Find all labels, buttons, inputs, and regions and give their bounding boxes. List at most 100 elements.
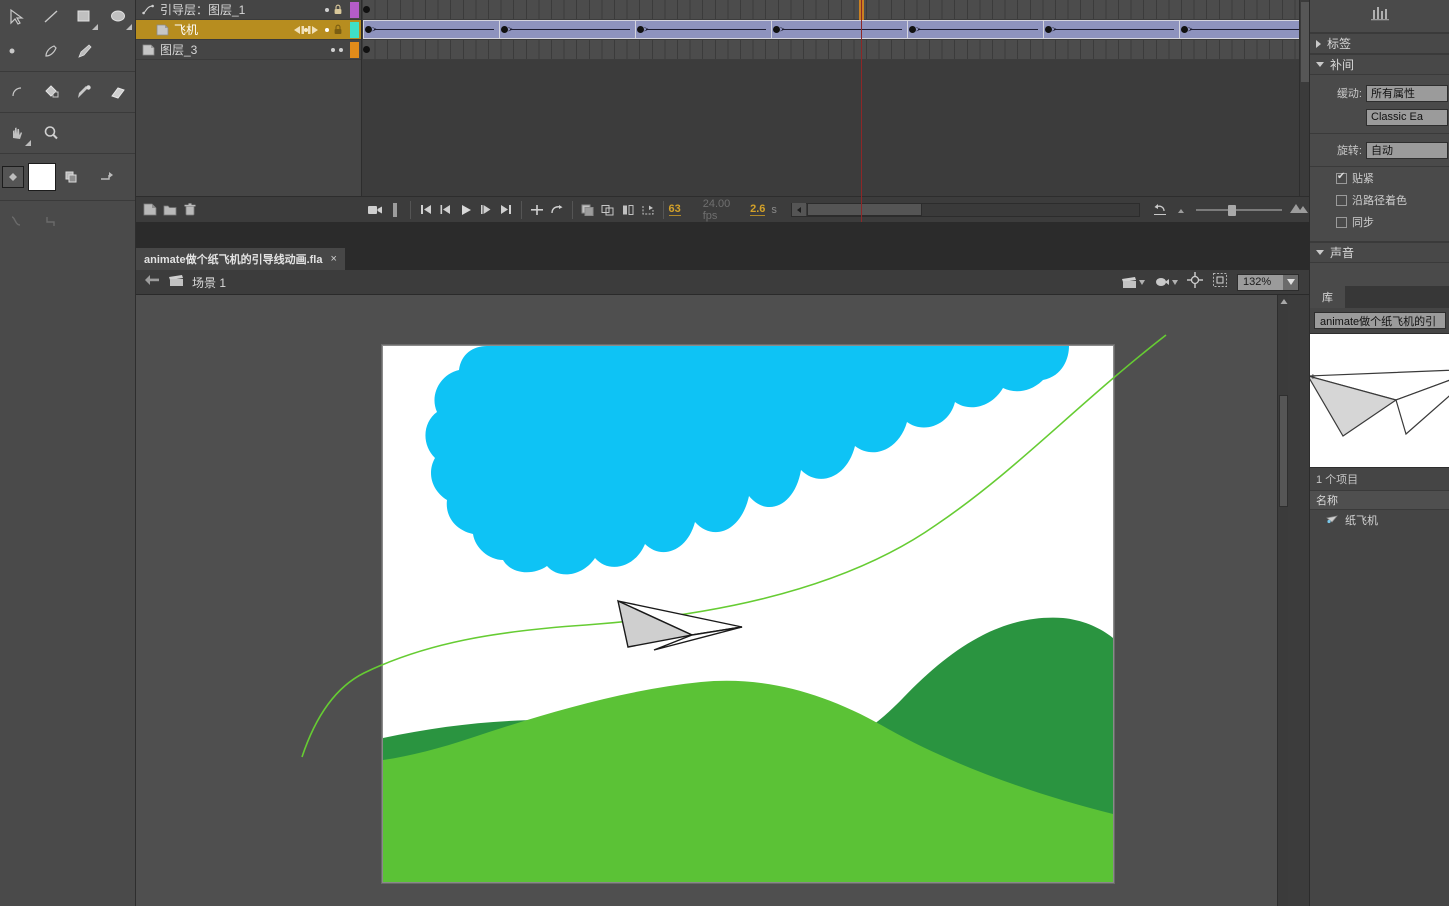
chevron-down-icon-tween[interactable] [1316,62,1324,67]
ease-property-select[interactable]: 所有属性 [1366,84,1448,102]
timeline-vscrollbar[interactable] [1299,0,1309,223]
timeline-vscroll-thumb[interactable] [1301,2,1309,82]
visibility-toggle-guide[interactable] [325,7,329,12]
timeline-zoom-slider-knob[interactable] [1228,204,1236,216]
modify-onion-markers-button[interactable] [618,197,638,223]
outline-color-plane[interactable] [350,21,359,38]
lock-toggle-plane[interactable] [333,24,343,35]
library-column-header-name[interactable]: 名称 [1310,490,1449,510]
hscroll-left-arrow[interactable] [791,203,806,216]
onion-skin-arrows[interactable] [293,25,321,35]
onion-skin-toggle[interactable] [385,197,405,223]
frame-properties-button[interactable] [638,197,658,223]
edit-symbol-icon[interactable] [1154,275,1178,289]
section-header-tween[interactable]: 补间 [1310,54,1449,75]
section-header-labels[interactable]: 标签 [1310,33,1449,54]
sync-checkbox[interactable] [1336,216,1347,228]
pen-tool[interactable] [34,35,68,67]
edit-multiple-frames-button[interactable] [598,197,618,223]
layer-row-3[interactable]: 图层_3 [136,40,361,60]
frame-track-guide[interactable] [362,0,1309,20]
hscroll-thumb[interactable] [806,203,922,216]
close-icon[interactable]: × [330,253,336,265]
rectangle-tool[interactable] [68,1,102,33]
corner-option-icon[interactable] [34,205,68,237]
onion-outline-button[interactable] [578,197,598,223]
play-button[interactable] [456,197,476,223]
fill-color-swatch[interactable] [2,166,24,188]
visibility-toggle-plane[interactable] [325,27,329,32]
pencil-tool[interactable] [68,35,102,67]
scene-name-label[interactable]: 场景 1 [192,274,226,291]
new-folder-button[interactable] [160,197,180,223]
chevron-down-icon-sound[interactable] [1316,250,1324,255]
back-arrow-icon[interactable] [144,273,160,291]
line-tool[interactable] [34,1,68,33]
stage-area[interactable] [136,295,1288,906]
library-item[interactable]: 纸飞机 [1310,510,1449,530]
reset-timeline-zoom-button[interactable] [1150,197,1170,223]
fit-selection-icon[interactable] [1212,272,1228,293]
keyframe-plane-6[interactable] [1045,26,1052,33]
outline-color-guide[interactable] [350,1,359,18]
edit-scene-icon[interactable] [1121,275,1145,289]
lock-toggle-guide[interactable] [333,4,343,15]
section-header-sound[interactable]: 声音 [1310,242,1449,263]
zoom-select[interactable]: 132% [1237,273,1299,291]
center-frame-button[interactable] [527,197,547,223]
free-transform-tool[interactable] [0,76,34,108]
checkbox-snap-row[interactable]: 贴紧 [1310,167,1449,189]
stage-vscrollbar[interactable] [1277,295,1288,906]
checkbox-sync-row[interactable]: 同步 [1310,211,1449,233]
timeline-hscrollbar[interactable] [790,202,1140,217]
snap-checkbox[interactable] [1336,171,1347,184]
keyframe-layer3-1[interactable] [363,46,370,53]
hand-tool-caret[interactable] [25,140,31,146]
camera-icon[interactable] [365,197,385,223]
orient-to-path-checkbox[interactable] [1336,194,1347,206]
keyframe-plane-5[interactable] [909,26,916,33]
timeline-zoom-slider[interactable] [1196,204,1282,216]
rectangle-tool-caret[interactable] [92,24,99,30]
fill-color-white[interactable] [28,163,56,191]
library-document-select[interactable]: animate做个纸飞机的引 [1314,312,1446,329]
stage-vscroll-thumb[interactable] [1279,395,1288,507]
keyframe-plane-7[interactable] [1181,26,1188,33]
default-colors-icon[interactable] [90,161,124,193]
stage-canvas[interactable] [382,345,1114,883]
snap-to-object-icon[interactable] [1187,271,1203,293]
current-frame-value[interactable]: 63 [668,203,681,216]
step-forward-button[interactable] [476,197,496,223]
fps-value[interactable]: 24.00 fps [703,198,732,222]
document-tab[interactable]: animate做个纸飞机的引导线动画.fla × [136,248,345,270]
rotate-select[interactable]: 自动 [1366,141,1448,159]
lock-toggle-3[interactable] [339,47,343,52]
step-back-button[interactable] [436,197,456,223]
keyframe-plane-4[interactable] [773,26,780,33]
visibility-toggle-3[interactable] [331,47,335,52]
stage-scroll-up-icon[interactable] [1278,295,1288,307]
playhead-line[interactable] [861,0,862,222]
layer-row-plane[interactable]: 飞机 [136,20,361,40]
keyframe-plane-2[interactable] [501,26,508,33]
oval-tool[interactable] [101,1,135,33]
lasso-tool[interactable] [0,35,34,67]
go-to-first-frame-button[interactable] [416,197,436,223]
delete-layer-button[interactable] [180,197,200,223]
swap-colors-icon[interactable] [56,161,90,193]
hand-tool[interactable] [0,117,34,149]
keyframe-guide-1[interactable] [363,6,370,13]
eraser-tool[interactable] [101,76,135,108]
eyedropper-tool[interactable] [68,76,102,108]
new-layer-button[interactable] [140,197,160,223]
ease-type-select[interactable]: Classic Ea [1366,108,1448,126]
layer-row-guide[interactable]: 引导层：图层_1 [136,0,361,20]
go-to-last-frame-button[interactable] [496,197,516,223]
chevron-down-icon[interactable] [1283,274,1298,290]
snap-option-icon[interactable] [0,205,34,237]
selection-tool[interactable] [0,1,34,33]
frames-grid[interactable]: > > > > > > > [362,0,1309,222]
loop-button[interactable] [547,197,567,223]
outline-color-3[interactable] [350,41,359,58]
frame-track-plane[interactable]: > > > > > > > [362,20,1309,40]
